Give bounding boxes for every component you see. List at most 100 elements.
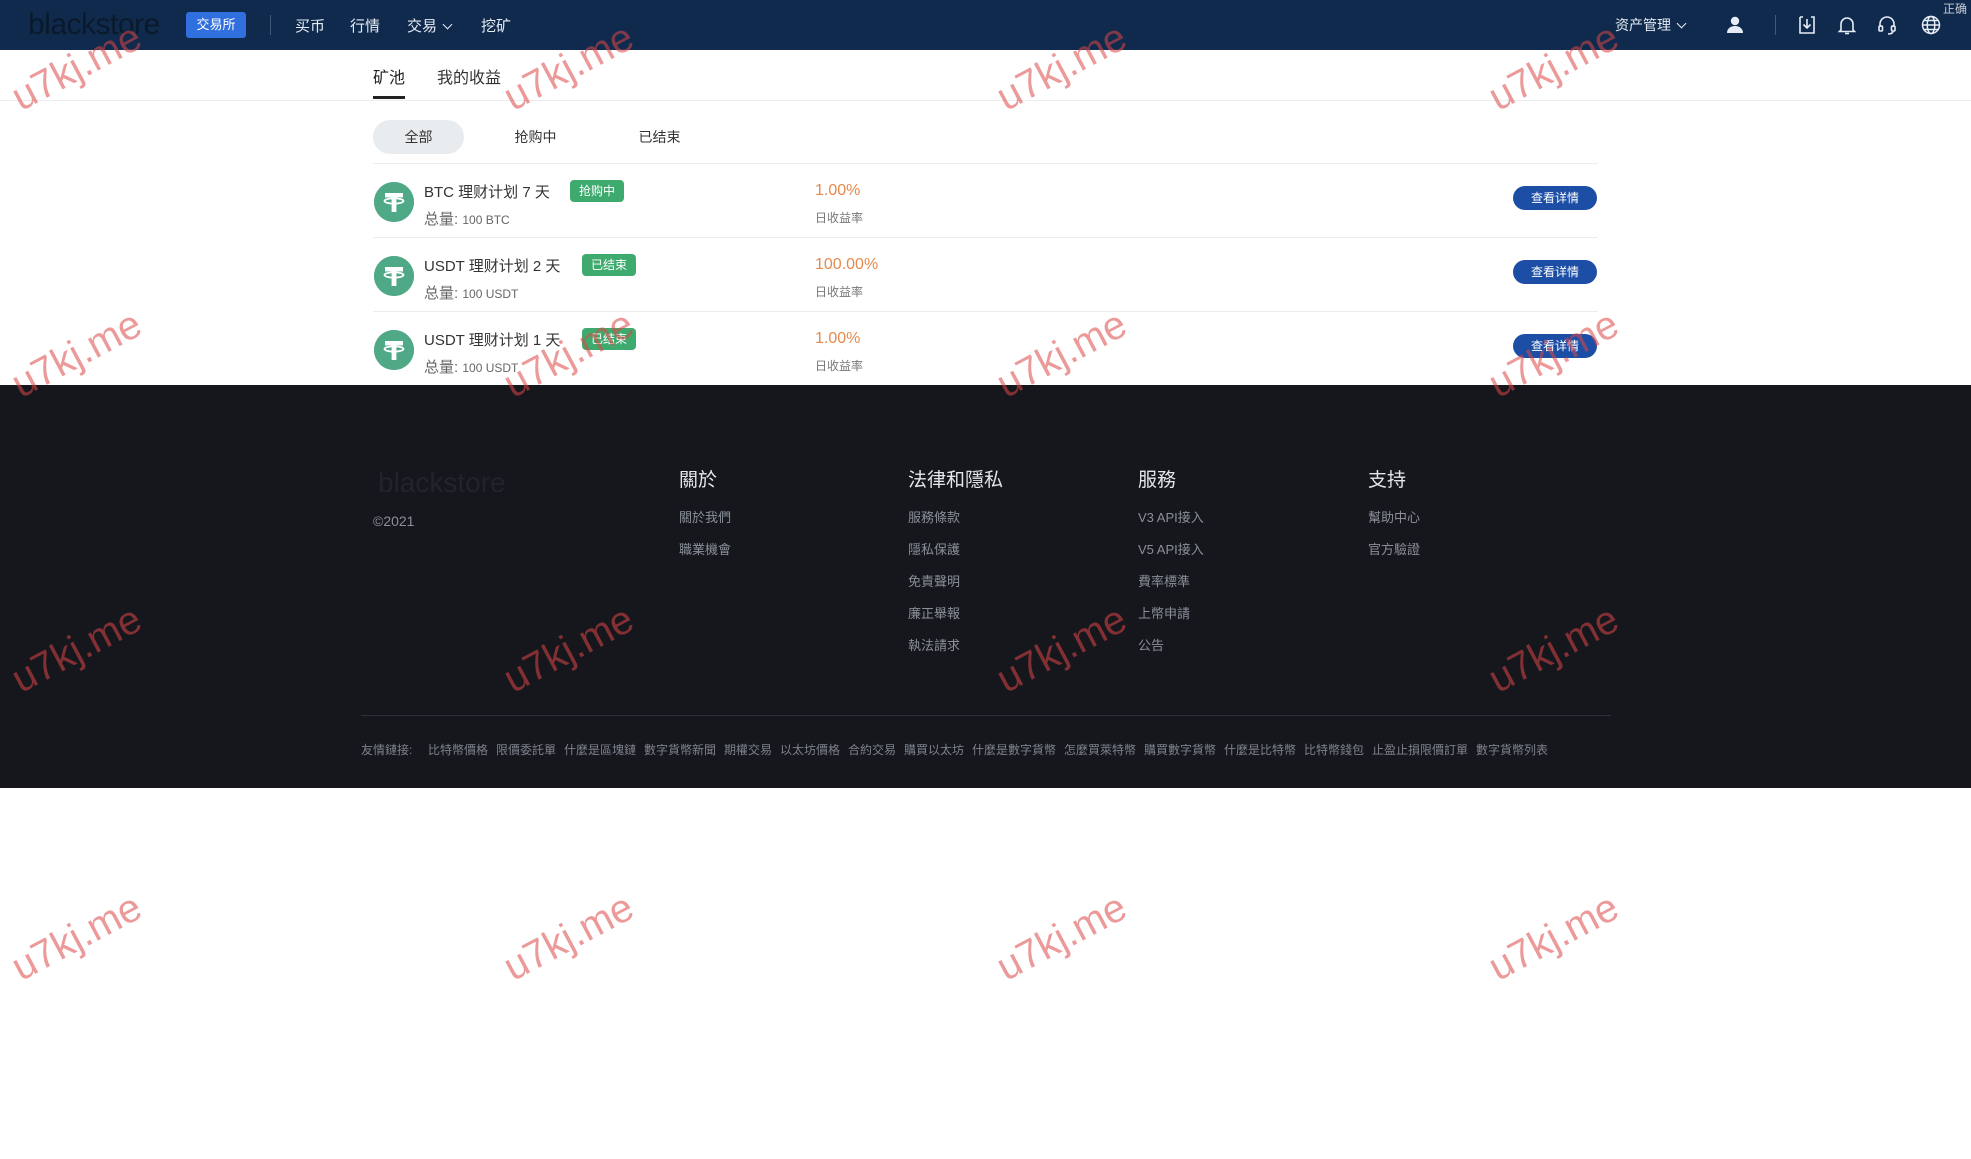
- view-details-button[interactable]: 查看详情: [1513, 260, 1597, 284]
- pool-list: BTC 理财计划 7 天 抢购中 总量: 100 BTC 1.00% 日收益率 …: [373, 163, 1598, 385]
- friend-link[interactable]: 合約交易: [848, 741, 896, 758]
- footer-link[interactable]: 上幣申請: [1138, 603, 1190, 622]
- headset-icon[interactable]: [1875, 13, 1899, 37]
- total-label: 总量:: [424, 285, 459, 302]
- watermark: u7kj.me: [496, 884, 641, 990]
- nav-item-mining[interactable]: 挖矿: [481, 15, 511, 36]
- filter-all[interactable]: 全部: [373, 120, 464, 154]
- tether-icon: [374, 330, 414, 370]
- total-amount: 100 USDT: [462, 361, 519, 375]
- friend-link[interactable]: 比特幣錢包: [1304, 741, 1364, 758]
- footer-link[interactable]: 執法請求: [908, 635, 960, 654]
- footer-link[interactable]: V5 API接入: [1138, 539, 1204, 558]
- friend-link[interactable]: 以太坊價格: [780, 741, 840, 758]
- friend-link[interactable]: 止盈止損限價訂單: [1372, 741, 1468, 758]
- copyright: ©2021: [373, 513, 415, 529]
- footer-link[interactable]: 職業機會: [679, 539, 731, 558]
- footer-link[interactable]: 服務條款: [908, 507, 960, 526]
- friend-link[interactable]: 數字貨幣列表: [1476, 741, 1548, 758]
- pool-title: USDT 理财计划 2 天: [424, 258, 561, 275]
- footer-link[interactable]: V3 API接入: [1138, 507, 1204, 526]
- footer-link[interactable]: 幫助中心: [1368, 507, 1420, 526]
- pool-row: USDT 理财计划 2 天 已结束 总量: 100 USDT 100.00% 日…: [373, 237, 1598, 311]
- pool-total: 总量: 100 USDT: [424, 282, 518, 303]
- daily-rate-label: 日收益率: [815, 285, 864, 299]
- friend-link[interactable]: 購買以太坊: [904, 741, 964, 758]
- footer-link[interactable]: 關於我們: [679, 507, 731, 526]
- view-details-button[interactable]: 查看详情: [1513, 186, 1597, 210]
- total-label: 总量:: [424, 359, 459, 376]
- pool-title: USDT 理财计划 1 天: [424, 332, 561, 349]
- nav-item-trade[interactable]: 交易: [407, 15, 453, 36]
- globe-icon[interactable]: [1919, 13, 1943, 37]
- asset-management-menu[interactable]: 资产管理: [1615, 15, 1687, 35]
- friend-links-label: 友情鏈接:: [361, 743, 413, 757]
- total-label: 总量:: [424, 211, 459, 228]
- tether-icon: [374, 182, 414, 222]
- footer-link[interactable]: 公告: [1138, 635, 1164, 654]
- footer-col-title-services: 服務: [1138, 470, 1177, 491]
- status-badge: 已结束: [582, 328, 637, 350]
- filter-ended[interactable]: 已结束: [614, 120, 705, 154]
- friend-link[interactable]: 什麼是比特幣: [1224, 741, 1296, 758]
- user-icon[interactable]: [1723, 13, 1747, 37]
- friend-link[interactable]: 期權交易: [724, 741, 772, 758]
- daily-rate-value: 1.00%: [815, 182, 861, 199]
- friend-link[interactable]: 什麼是區塊鏈: [564, 741, 636, 758]
- daily-rate-value: 100.00%: [815, 256, 879, 273]
- exchange-button[interactable]: 交易所: [186, 12, 246, 38]
- chevron-down-icon: [442, 19, 453, 30]
- footer-col-title-about: 關於: [679, 470, 718, 491]
- footer-divider: [361, 715, 1611, 716]
- asset-management-label: 资产管理: [1615, 17, 1671, 33]
- status-badge: 已结束: [582, 254, 637, 276]
- nav-item-market[interactable]: 行情: [350, 15, 380, 36]
- nav-divider: [270, 15, 271, 35]
- tab-mining-pool[interactable]: 矿池: [373, 64, 405, 88]
- watermark: u7kj.me: [4, 884, 149, 990]
- footer: blackstore ©2021 關於 關於我們 職業機會 法律和隱私 服務條款…: [0, 385, 1971, 788]
- pool-title: BTC 理财计划 7 天: [424, 184, 550, 201]
- friend-link[interactable]: 購買數字貨幣: [1144, 741, 1216, 758]
- footer-logo: blackstore: [378, 467, 506, 498]
- friend-link[interactable]: 怎麼買萊特幣: [1064, 741, 1136, 758]
- bell-icon[interactable]: [1835, 13, 1859, 37]
- pool-row: BTC 理财计划 7 天 抢购中 总量: 100 BTC 1.00% 日收益率 …: [373, 163, 1598, 237]
- nav-item-buy[interactable]: 买币: [295, 15, 325, 36]
- status-badge: 抢购中: [570, 180, 625, 202]
- corner-text: 正确: [1942, 2, 1967, 16]
- pool-total: 总量: 100 BTC: [424, 208, 510, 229]
- pool-row: USDT 理财计划 1 天 已结束 总量: 100 USDT 1.00% 日收益…: [373, 311, 1598, 385]
- total-amount: 100 BTC: [462, 213, 510, 227]
- active-tab-indicator: [373, 96, 405, 99]
- view-details-button[interactable]: 查看详情: [1513, 334, 1597, 358]
- icon-divider: [1775, 15, 1776, 35]
- chevron-down-icon: [1676, 18, 1687, 29]
- pool-total: 总量: 100 USDT: [424, 356, 518, 377]
- footer-link[interactable]: 費率標準: [1138, 571, 1190, 590]
- footer-col-title-legal: 法律和隱私: [908, 470, 1004, 491]
- footer-link[interactable]: 官方驗證: [1368, 539, 1420, 558]
- tab-my-earnings[interactable]: 我的收益: [437, 64, 501, 88]
- friend-link[interactable]: 什麼是數字貨幣: [972, 741, 1056, 758]
- total-amount: 100 USDT: [462, 287, 519, 301]
- top-navbar: blackstore 交易所 买币 行情 交易 挖矿 资产管理 正确: [0, 0, 1971, 50]
- filter-ongoing[interactable]: 抢购中: [490, 120, 581, 154]
- friend-link[interactable]: 數字貨幣新聞: [644, 741, 716, 758]
- footer-col-title-support: 支持: [1368, 470, 1407, 491]
- tab-bar: 矿池 我的收益: [0, 50, 1971, 101]
- logo[interactable]: blackstore: [28, 8, 160, 42]
- footer-link[interactable]: 免責聲明: [908, 571, 960, 590]
- daily-rate-label: 日收益率: [815, 211, 864, 225]
- footer-link[interactable]: 隱私保護: [908, 539, 960, 558]
- friend-link[interactable]: 比特幣價格: [428, 741, 488, 758]
- friend-link[interactable]: 限價委託單: [496, 741, 556, 758]
- tether-icon: [374, 256, 414, 296]
- footer-link[interactable]: 廉正舉報: [908, 603, 960, 622]
- daily-rate-value: 1.00%: [815, 330, 861, 347]
- download-icon[interactable]: [1795, 13, 1819, 37]
- watermark: u7kj.me: [1481, 884, 1626, 990]
- watermark: u7kj.me: [989, 884, 1134, 990]
- nav-item-trade-label: 交易: [407, 18, 438, 35]
- daily-rate-label: 日收益率: [815, 359, 864, 373]
